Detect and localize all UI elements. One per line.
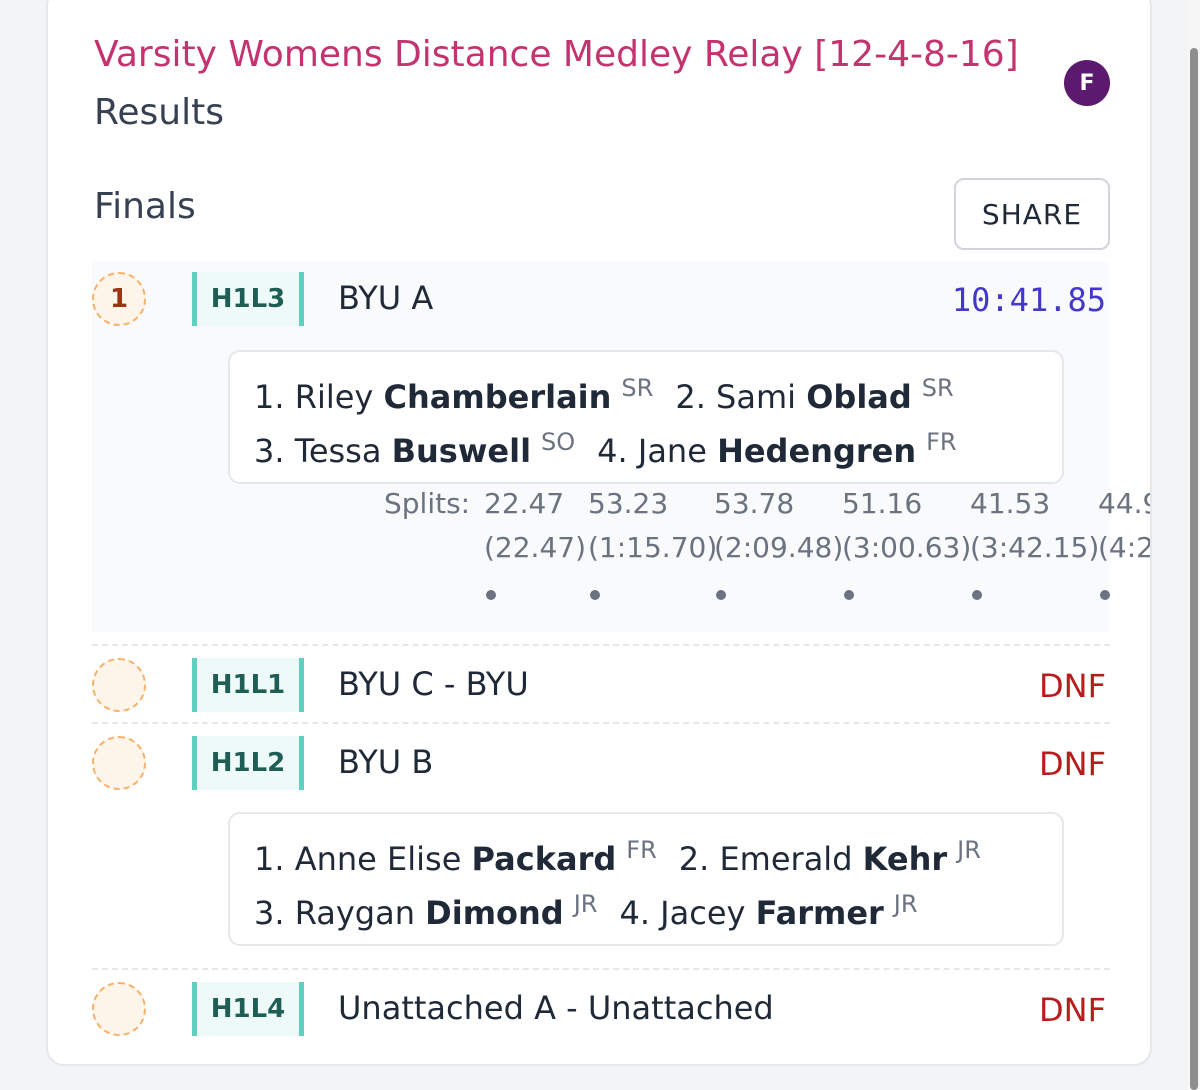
athlete-first-name: Raygan — [294, 894, 415, 932]
athlete-first-name: Jane — [637, 432, 707, 470]
athlete[interactable]: 2. Sami Oblad SR — [675, 374, 953, 416]
athlete-line: 3. Tessa Buswell SO 4. Jane Hedengren FR — [254, 422, 979, 471]
leg-number: 3. — [254, 894, 285, 932]
leg-number: 1. — [254, 378, 285, 416]
scrollbar[interactable] — [1188, 0, 1200, 1090]
row-divider — [92, 722, 1110, 724]
athlete-last-name: Oblad — [806, 378, 912, 416]
cumulative-time: (3:42.15) — [970, 531, 1100, 564]
event-subtitle: Results — [94, 92, 224, 133]
athlete-year: JR — [957, 836, 981, 864]
split-time: 53.23 — [588, 487, 669, 520]
athlete-line: 3. Raygan Dimond JR 4. Jacey Farmer JR — [254, 884, 940, 933]
leg-number: 2. — [678, 840, 710, 878]
result-time: 10:41.85 — [951, 281, 1106, 319]
split-time: 41.53 — [970, 487, 1051, 520]
split-time: 53.78 — [714, 487, 795, 520]
final-badge: F — [1064, 60, 1110, 106]
cumulative-time: (4:27.12 — [1098, 531, 1152, 564]
athlete-first-name: Jacey — [660, 894, 756, 932]
team-name[interactable]: BYU B — [338, 742, 433, 782]
result-mark: DNF — [1039, 745, 1106, 783]
row-divider — [92, 968, 1110, 970]
athlete-year: SR — [921, 374, 954, 402]
leg-number: 1. — [254, 840, 285, 878]
athlete[interactable]: 1. Anne Elise Packard FR — [254, 836, 657, 878]
athlete-line: 1. Anne Elise Packard FR 2. Emerald Kehr JR — [254, 830, 1003, 879]
section-title: Finals — [94, 186, 196, 227]
results-card: Varsity Womens Distance Medley Relay [12… — [46, 0, 1152, 1066]
athlete-year: FR — [626, 836, 657, 864]
team-name[interactable]: BYU C - BYU — [338, 664, 529, 704]
split: 44.98 (4:27.12 — [1098, 486, 1152, 600]
cumulative-time: (3:00.63) — [842, 531, 972, 564]
event-title: Varsity Womens Distance Medley Relay [12… — [94, 34, 1019, 75]
athlete-last-name: Hedengren — [717, 432, 917, 470]
athlete[interactable]: 3. Tessa Buswell SO — [254, 428, 575, 470]
heat-lane-tag: H1L2 — [192, 736, 304, 790]
row-divider — [92, 644, 1110, 646]
split-dot — [590, 590, 600, 600]
athlete-last-name: Dimond — [425, 894, 564, 932]
share-button[interactable]: SHARE — [954, 178, 1110, 250]
place-badge: 1 — [92, 272, 146, 326]
split-time: 44.98 — [1098, 487, 1150, 520]
split: 22.47 (22.47) — [484, 486, 587, 600]
athlete-first-name: Tessa — [294, 432, 382, 470]
result-mark: DNF — [1039, 991, 1106, 1029]
split-dot — [716, 590, 726, 600]
athlete-first-name: Sami — [716, 378, 797, 416]
heat-lane-tag: H1L1 — [192, 658, 304, 712]
cumulative-time: (22.47) — [484, 531, 587, 564]
cumulative-time: (1:15.70) — [588, 531, 718, 564]
split-time: 22.47 — [484, 487, 565, 520]
athlete[interactable]: 2. Emerald Kehr JR — [678, 836, 981, 878]
athlete-year: JR — [573, 890, 598, 918]
leg-number: 3. — [254, 432, 285, 470]
athlete-last-name: Buswell — [391, 432, 532, 470]
split: 53.78 (2:09.48) — [714, 486, 844, 600]
split: 53.23 (1:15.70) — [588, 486, 718, 600]
athlete-line: 1. Riley Chamberlain SR 2. Sami Oblad SR — [254, 368, 976, 417]
splits-label: Splits: — [384, 487, 471, 520]
scrollbar-thumb[interactable] — [1190, 48, 1198, 1090]
athlete-year: JR — [893, 890, 918, 918]
place-badge — [92, 982, 146, 1036]
athlete-first-name: Emerald — [719, 840, 853, 878]
relay-athletes: 1. Riley Chamberlain SR 2. Sami Oblad SR 3.… — [228, 350, 1064, 484]
place-badge — [92, 658, 146, 712]
athlete-year: SR — [621, 374, 654, 402]
athlete-year: FR — [926, 428, 957, 456]
leg-number: 4. — [597, 432, 628, 470]
athlete-last-name: Farmer — [755, 894, 884, 932]
heat-lane-tag: H1L3 — [192, 272, 304, 326]
split: 51.16 (3:00.63) — [842, 486, 972, 600]
team-name[interactable]: BYU A — [338, 278, 433, 318]
split-dot — [844, 590, 854, 600]
split-dot — [1100, 590, 1110, 600]
athlete-first-name: Riley — [294, 378, 374, 416]
result-mark: DNF — [1039, 667, 1106, 705]
athlete-last-name: Packard — [471, 840, 617, 878]
team-name[interactable]: Unattached A - Unattached — [338, 988, 774, 1028]
athlete-first-name: Anne Elise — [294, 840, 462, 878]
place-badge — [92, 736, 146, 790]
leg-number: 4. — [619, 894, 650, 932]
athlete[interactable]: 4. Jane Hedengren FR — [597, 428, 956, 470]
split-dot — [972, 590, 982, 600]
athlete[interactable]: 4. Jacey Farmer JR — [619, 890, 917, 932]
split-dot — [486, 590, 496, 600]
athlete-last-name: Kehr — [862, 840, 948, 878]
athlete[interactable]: 3. Raygan Dimond JR — [254, 890, 597, 932]
split: 41.53 (3:42.15) — [970, 486, 1100, 600]
athlete[interactable]: 1. Riley Chamberlain SR — [254, 374, 653, 416]
leg-number: 2. — [675, 378, 706, 416]
relay-athletes: 1. Anne Elise Packard FR 2. Emerald Kehr JR… — [228, 812, 1064, 946]
heat-lane-tag: H1L4 — [192, 982, 304, 1036]
athlete-last-name: Chamberlain — [383, 378, 612, 416]
cumulative-time: (2:09.48) — [714, 531, 844, 564]
athlete-year: SO — [541, 428, 576, 456]
split-time: 51.16 — [842, 487, 923, 520]
